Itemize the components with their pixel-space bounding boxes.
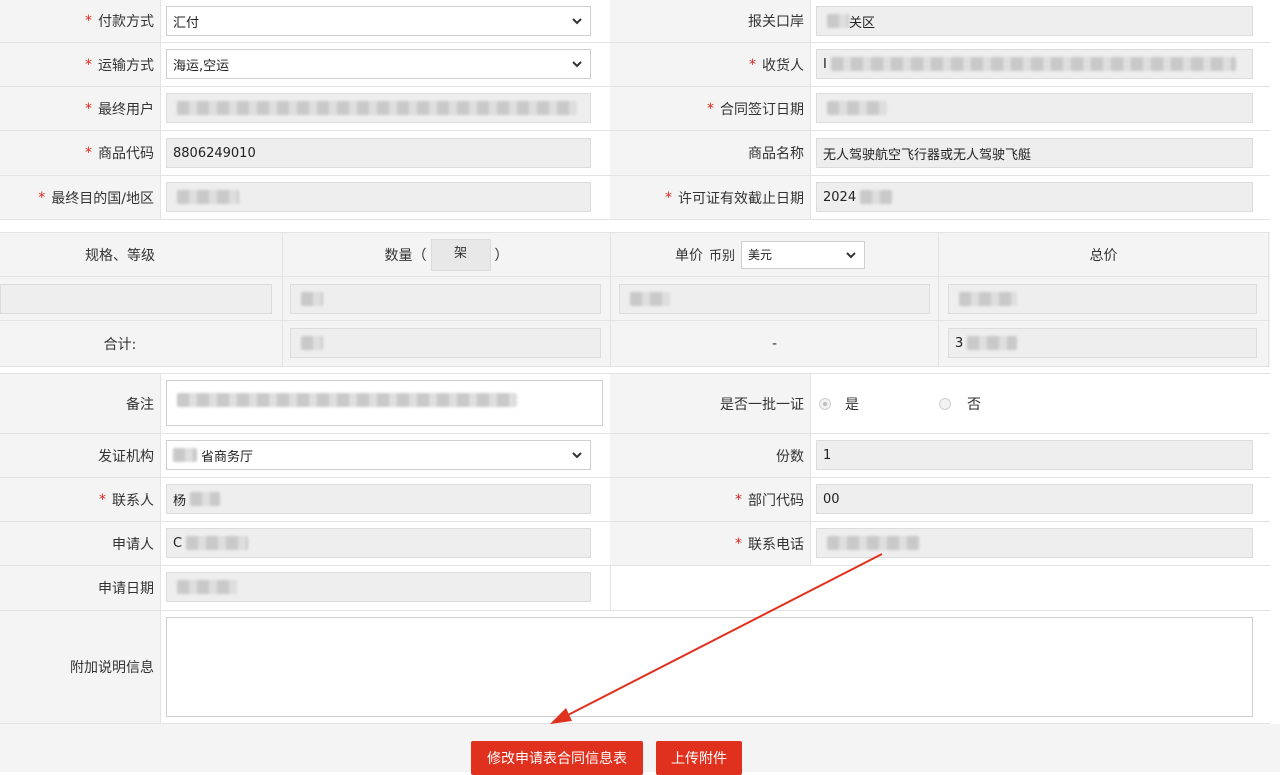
label-customs-port: 报关口岸 <box>610 0 810 42</box>
remarks-textarea[interactable] <box>166 380 603 426</box>
label-applicant: 申请人 <box>0 522 160 565</box>
end-user-field[interactable] <box>166 93 591 123</box>
label-contract-date: * 合同签订日期 <box>610 87 810 130</box>
total-label: 合计: <box>103 336 137 353</box>
issuing-authority-select[interactable]: 省商务厅 <box>166 440 591 470</box>
dept-code-field[interactable]: 00 <box>816 484 1253 514</box>
label-copies: 份数 <box>610 434 810 477</box>
payment-method-select[interactable]: 汇付 <box>166 6 591 36</box>
qty-unit-field[interactable]: 架 <box>430 238 491 271</box>
applicant-field[interactable]: C <box>166 528 591 558</box>
radio-yes[interactable] <box>819 397 831 410</box>
col-qty-header: 数量（ 架 ） <box>283 233 610 276</box>
label-end-user: * 最终用户 <box>0 87 160 130</box>
consignee-field[interactable]: I <box>816 49 1253 79</box>
radio-no[interactable] <box>939 397 951 410</box>
label-one-batch: 是否一批一证 <box>610 374 810 433</box>
row-contact: * 联系人 杨 * 部门代码 00 <box>0 478 1271 521</box>
total-amount-field[interactable]: 3 <box>948 328 1257 358</box>
col-total-header: 总价 <box>1089 247 1118 264</box>
goods-code-field[interactable]: 8806249010 <box>166 138 591 168</box>
spec-input[interactable] <box>0 284 272 314</box>
extra-info-textarea[interactable] <box>166 617 1253 717</box>
row-destination: * 最终目的国/地区 * 许可证有效截止日期 2024 <box>0 176 1271 219</box>
destination-field[interactable] <box>166 182 591 212</box>
chevron-down-icon <box>572 18 582 25</box>
col-spec-header: 规格、等级 <box>85 247 155 264</box>
label-extra-info: 附加说明信息 <box>0 611 160 723</box>
row-end-user: * 最终用户 * 合同签订日期 <box>0 87 1271 130</box>
label-phone: * 联系电话 <box>610 522 810 565</box>
row-applicant: 申请人 C * 联系电话 <box>0 522 1271 565</box>
label-contact: * 联系人 <box>0 478 160 521</box>
label-goods-name: 商品名称 <box>610 131 810 175</box>
total-qty-field[interactable] <box>290 328 601 358</box>
modify-contract-button[interactable]: 修改申请表合同信息表 <box>471 741 643 775</box>
row-remarks: 备注 是否一批一证 是 否 <box>0 374 1271 433</box>
row-issuing-authority: 发证机构 省商务厅 份数 1 <box>0 434 1271 477</box>
label-destination: * 最终目的国/地区 <box>0 176 160 219</box>
copies-field[interactable]: 1 <box>816 440 1253 470</box>
label-payment-method: * 付款方式 <box>0 0 160 42</box>
label-consignee: * 收货人 <box>610 43 810 86</box>
goods-name-field[interactable]: 无人驾驶航空飞行器或无人驾驶飞艇 <box>816 138 1253 168</box>
license-expiry-field[interactable]: 2024 <box>816 182 1253 212</box>
label-goods-code: * 商品代码 <box>0 131 160 175</box>
label-apply-date: 申请日期 <box>0 566 160 610</box>
transport-method-select[interactable]: 海运,空运 <box>166 49 591 79</box>
contract-date-field[interactable] <box>816 93 1253 123</box>
label-issuing-authority: 发证机构 <box>0 434 160 477</box>
upload-attachment-button[interactable]: 上传附件 <box>656 741 742 775</box>
phone-field[interactable] <box>816 528 1253 558</box>
apply-date-field[interactable] <box>166 572 591 602</box>
row-apply-date: 申请日期 <box>0 566 1271 610</box>
label-remarks: 备注 <box>0 374 160 433</box>
price-input[interactable] <box>619 284 930 314</box>
currency-select[interactable]: 美元 <box>741 240 866 269</box>
row-payment: * 付款方式 汇付 报关口岸 关区 <box>0 0 1271 42</box>
label-license-expiry: * 许可证有效截止日期 <box>610 176 810 219</box>
total-price-input[interactable] <box>948 284 1257 314</box>
row-extra-info: 附加说明信息 <box>0 611 1271 723</box>
col-price-header: 单价 币别 美元 <box>611 233 938 276</box>
chevron-down-icon <box>846 251 856 258</box>
qty-input[interactable] <box>290 284 601 314</box>
row-transport: * 运输方式 海运,空运 * 收货人 I <box>0 43 1271 86</box>
total-price-dash: - <box>771 335 778 352</box>
chevron-down-icon <box>572 61 582 68</box>
contact-field[interactable]: 杨 <box>166 484 591 514</box>
chevron-down-icon <box>572 452 582 459</box>
label-dept-code: * 部门代码 <box>610 478 810 521</box>
customs-port-field[interactable]: 关区 <box>816 6 1253 36</box>
label-transport-method: * 运输方式 <box>0 43 160 86</box>
row-goods-code: * 商品代码 8806249010 商品名称 无人驾驶航空飞行器或无人驾驶飞艇 <box>0 131 1271 175</box>
